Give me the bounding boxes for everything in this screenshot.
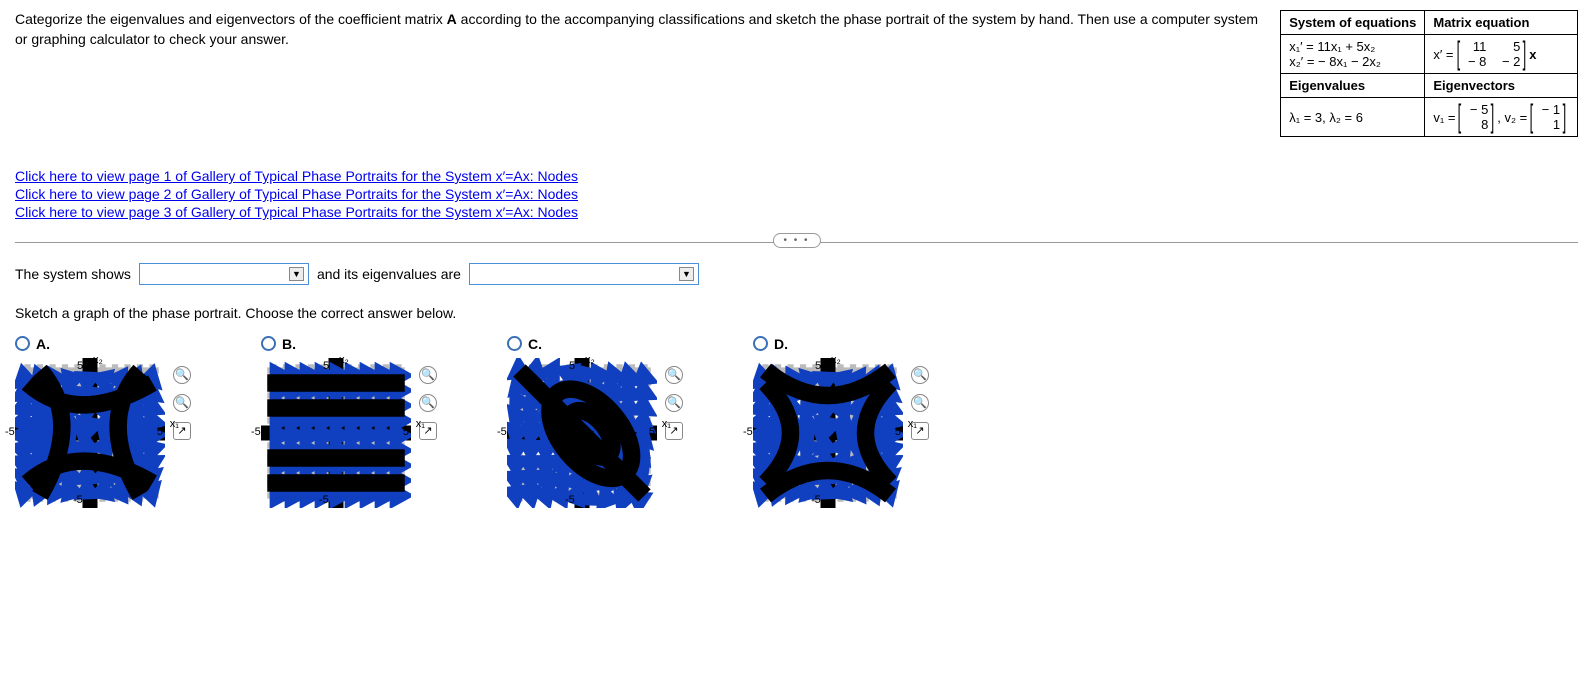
phase-portrait-b: x₂ x₁ 5 -5 -5 5 — [261, 358, 411, 508]
radio-a[interactable] — [15, 336, 30, 351]
eigenvalues-cell: λ₁ = 3, λ₂ = 6 — [1281, 98, 1425, 137]
choice-b[interactable]: B. x₂ x₁ 5 -5 -5 — [261, 336, 437, 508]
th-matrix: Matrix equation — [1425, 11, 1578, 35]
link-page2[interactable]: Click here to view page 2 of Gallery of … — [15, 185, 1578, 203]
radio-b[interactable] — [261, 336, 276, 351]
zoom-in-icon[interactable]: 🔍 — [665, 366, 683, 384]
eigenvectors-cell: v₁ = [ − 5 8 ] , v₂ = [ − 1 1 ] — [1425, 98, 1578, 137]
zoom-in-icon[interactable]: 🔍 — [911, 366, 929, 384]
phase-portrait-a: x₂ x₁ 5 -5 -5 5 — [15, 358, 165, 508]
section-divider: • • • — [15, 242, 1578, 243]
zoom-out-icon[interactable]: 🔍 — [911, 394, 929, 412]
matrix-equation: x′ = [ 115 − 8− 2 ] x — [1425, 35, 1578, 74]
chevron-down-icon: ▼ — [289, 267, 304, 281]
radio-d[interactable] — [753, 336, 768, 351]
choice-d-label: D. — [774, 336, 788, 352]
q1-pre: The system shows — [15, 266, 131, 282]
th-system: System of equations — [1281, 11, 1425, 35]
choice-d[interactable]: D. x₂ x₁ 5 -5 -5 — [753, 336, 929, 508]
choice-a[interactable]: A. x₂ x₁ 5 -5 -5 — [15, 336, 191, 508]
choice-b-label: B. — [282, 336, 296, 352]
phase-portrait-d: x₂ x₁ 5 -5 -5 5 — [753, 358, 903, 508]
th-eigenvectors: Eigenvectors — [1425, 74, 1578, 98]
system-type-dropdown[interactable]: ▼ — [139, 263, 309, 285]
problem-statement: Categorize the eigenvalues and eigenvect… — [15, 10, 1260, 49]
zoom-out-icon[interactable]: 🔍 — [665, 394, 683, 412]
data-table: System of equations Matrix equation x₁′ … — [1280, 10, 1578, 137]
chevron-down-icon: ▼ — [679, 267, 694, 281]
choice-c-label: C. — [528, 336, 542, 352]
divider-dots-icon: • • • — [772, 233, 820, 248]
th-eigenvalues: Eigenvalues — [1281, 74, 1425, 98]
link-page1[interactable]: Click here to view page 1 of Gallery of … — [15, 167, 1578, 185]
zoom-in-icon[interactable]: 🔍 — [173, 366, 191, 384]
q1-mid: and its eigenvalues are — [317, 266, 461, 282]
q2-prompt: Sketch a graph of the phase portrait. Ch… — [15, 305, 1578, 321]
zoom-out-icon[interactable]: 🔍 — [419, 394, 437, 412]
eigenvalue-type-dropdown[interactable]: ▼ — [469, 263, 699, 285]
radio-c[interactable] — [507, 336, 522, 351]
zoom-in-icon[interactable]: 🔍 — [419, 366, 437, 384]
choice-a-label: A. — [36, 336, 50, 352]
link-page3[interactable]: Click here to view page 3 of Gallery of … — [15, 203, 1578, 221]
choice-c[interactable]: C. x₂ x₁ 5 -5 -5 5 — [507, 336, 683, 508]
phase-portrait-c: x₂ x₁ 5 -5 -5 5 — [507, 358, 657, 508]
system-equations: x₁′ = 11x₁ + 5x₂ x₂′ = − 8x₁ − 2x₂ — [1281, 35, 1425, 74]
zoom-out-icon[interactable]: 🔍 — [173, 394, 191, 412]
